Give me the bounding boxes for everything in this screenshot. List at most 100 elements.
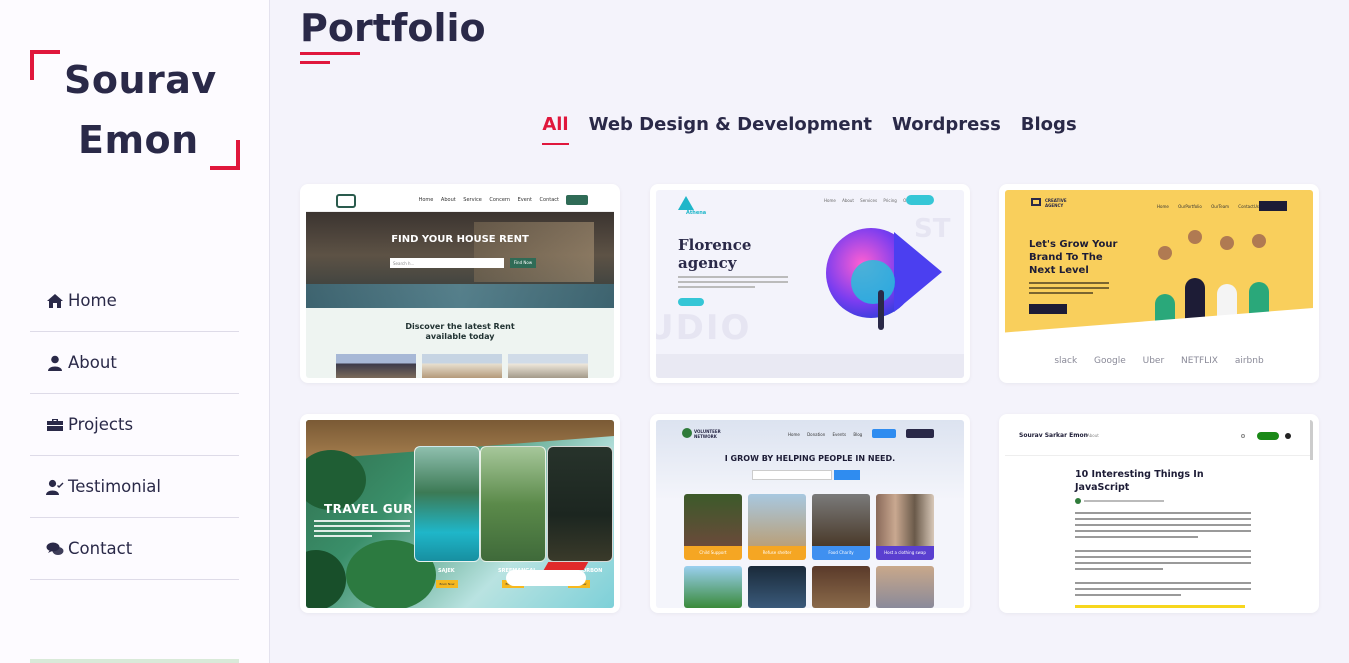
- athena-logo-icon: [678, 196, 694, 210]
- thumb-article-body: [1075, 512, 1251, 600]
- thumb-event-image: [812, 494, 870, 546]
- thumb-author-name: Sourav Sarkar Emon: [1019, 432, 1088, 439]
- thumb-event-tile: [812, 566, 870, 608]
- thumb-plane: [506, 570, 586, 586]
- thumb-hero: FIND YOUR HOUSE RENT Search h... Find No…: [306, 212, 614, 308]
- thumb-event-tile: Child Support: [684, 494, 742, 560]
- thumb-illustration-person: [878, 290, 884, 330]
- search-icon: [1241, 434, 1245, 438]
- nav-item-about[interactable]: About: [30, 332, 239, 394]
- thumb-scrollbar: [1310, 420, 1313, 460]
- sidebar-nav: Home About Projects Testimonial Contact: [30, 270, 239, 580]
- thumb-hero-title-line1: Let's Grow Your: [1029, 239, 1118, 250]
- user-icon: [48, 355, 62, 371]
- thumb-event-label: Child Support: [684, 546, 742, 560]
- thumb-plane-wing: [543, 562, 589, 570]
- thumb-body-title-line1: Discover the latest Rent: [405, 322, 515, 331]
- thumb-meta-line: [1084, 500, 1164, 502]
- thumb-event-image: [748, 566, 806, 608]
- tab-all[interactable]: All: [542, 114, 569, 145]
- project-thumbnail: VOLUNTEER NETWORK Home Donation Events B…: [656, 420, 964, 608]
- thumb-destination-card: [547, 446, 613, 562]
- thumb-event-tile: Food Charity: [812, 494, 870, 560]
- thumb-destination-card: [480, 446, 546, 562]
- thumb-search-field: Search h...: [390, 258, 504, 268]
- thumb-illustration-circle: [851, 260, 895, 304]
- thumb-illustration-head: [1252, 234, 1266, 248]
- title-underline-short: [300, 61, 330, 64]
- house-logo-icon: [336, 194, 356, 208]
- thumb-event-image: [748, 494, 806, 546]
- thumb-logo-text: Athena: [686, 210, 707, 216]
- thumb-brand-logos: slack Google Uber NETFLIX airbnb: [1054, 356, 1264, 366]
- thumb-search-button: Find Now: [510, 258, 536, 268]
- tab-blogs[interactable]: Blogs: [1021, 114, 1077, 145]
- thumb-nav-links: Home OurPortfolio OurTeam ContactUs: [1157, 204, 1259, 209]
- thumb-event-label: Host a clothing swap: [876, 546, 934, 560]
- thumb-nav-links: Home Donation Events Blog: [788, 432, 863, 437]
- thumb-body-title-line2: available today: [425, 332, 495, 341]
- thumb-logo-text: CREATIVE AGENCY: [1045, 198, 1067, 208]
- thumb-paragraph: [1029, 282, 1109, 297]
- comments-icon: [46, 542, 64, 555]
- thumb-hero-title-line2: agency: [678, 254, 737, 272]
- thumb-nav-button: [906, 195, 934, 205]
- briefcase-icon: [47, 418, 63, 431]
- thumb-article-title: 10 Interesting Things In JavaScript: [1075, 468, 1204, 494]
- thumb-event-tile: [748, 566, 806, 608]
- thumb-hero-title-line2: Brand To The: [1029, 252, 1103, 263]
- thumb-house-image: [508, 354, 588, 378]
- thumb-paragraph: [678, 276, 788, 291]
- project-card-javascript-blog[interactable]: Sourav Sarkar Emon About 10 Interesting …: [999, 414, 1319, 613]
- project-card-travel-guru[interactable]: TRAVEL GURU SAJEK SREEMANGAL SUNDORBON B…: [300, 414, 620, 613]
- thumb-event-image: [684, 566, 742, 608]
- thumb-illustration-head: [1188, 230, 1202, 244]
- thumb-hero-title-line1: Florence: [678, 236, 752, 254]
- thumb-logo-text-line2: NETWORK: [694, 434, 717, 439]
- project-card-athena-agency[interactable]: ST UDIO Athena Home About Services Prici…: [650, 184, 970, 383]
- project-thumbnail: CREATIVE AGENCY Home OurPortfolio OurTea…: [1005, 190, 1313, 378]
- thumb-hero-title: TRAVEL GURU: [324, 502, 424, 516]
- project-thumbnail: TRAVEL GURU SAJEK SREEMANGAL SUNDORBON B…: [306, 420, 614, 608]
- thumb-admin-button: [906, 429, 934, 438]
- creative-logo-icon: [1031, 198, 1041, 206]
- thumb-search-field: [752, 470, 832, 480]
- thumb-paragraph: [314, 520, 410, 540]
- thumb-highlight-bar: [1075, 605, 1245, 608]
- thumb-event-tile: Refuse shelter: [748, 494, 806, 560]
- thumb-hero-title: Florence agency: [678, 236, 751, 272]
- thumb-navbar: Home About Service Concern Event Contact: [306, 190, 614, 212]
- sidebar: Sourav Emon Home About Projects Testimon…: [0, 0, 270, 663]
- nav-item-home[interactable]: Home: [30, 270, 239, 332]
- thumb-follow-button: [1257, 432, 1279, 440]
- thumb-hero-title: I GROW BY HELPING PEOPLE IN NEED.: [724, 454, 896, 463]
- sidebar-bottom-strip: [30, 659, 239, 663]
- thumb-watermark-text: UDIO: [656, 308, 752, 348]
- nav-item-projects[interactable]: Projects: [30, 394, 239, 456]
- project-card-house-rent[interactable]: Home About Service Concern Event Contact…: [300, 184, 620, 383]
- project-thumbnail: Sourav Sarkar Emon About 10 Interesting …: [1005, 420, 1313, 608]
- thumb-body: Discover the latest Rent available today: [306, 308, 614, 378]
- thumb-hero-title: Let's Grow Your Brand To The Next Level: [1029, 238, 1117, 277]
- nav-item-testimonial[interactable]: Testimonial: [30, 456, 239, 518]
- thumb-login-button: [1259, 201, 1287, 211]
- thumb-house-image: [336, 354, 416, 378]
- title-underline: [300, 52, 360, 55]
- project-card-volunteer-network[interactable]: VOLUNTEER NETWORK Home Donation Events B…: [650, 414, 970, 613]
- thumb-register-button: [872, 429, 896, 438]
- thumb-article-title-line2: JavaScript: [1075, 482, 1130, 493]
- tab-wordpress[interactable]: Wordpress: [892, 114, 1001, 145]
- thumb-logo-text-line2: AGENCY: [1045, 203, 1064, 208]
- tab-web-design-development[interactable]: Web Design & Development: [589, 114, 872, 145]
- site-logo[interactable]: Sourav Emon: [30, 50, 240, 170]
- nav-item-contact[interactable]: Contact: [30, 518, 239, 580]
- nav-item-label: About: [68, 353, 117, 372]
- thumb-event-image: [876, 494, 934, 546]
- thumb-article-title-line1: 10 Interesting Things In: [1075, 469, 1204, 480]
- thumb-building: [474, 222, 594, 282]
- project-card-creative-agency[interactable]: CREATIVE AGENCY Home OurPortfolio OurTea…: [999, 184, 1319, 383]
- thumb-cta-button: [678, 298, 704, 306]
- thumb-about-link: About: [1087, 433, 1099, 438]
- volunteer-logo-icon: [682, 428, 692, 438]
- thumb-search-button: [834, 470, 860, 480]
